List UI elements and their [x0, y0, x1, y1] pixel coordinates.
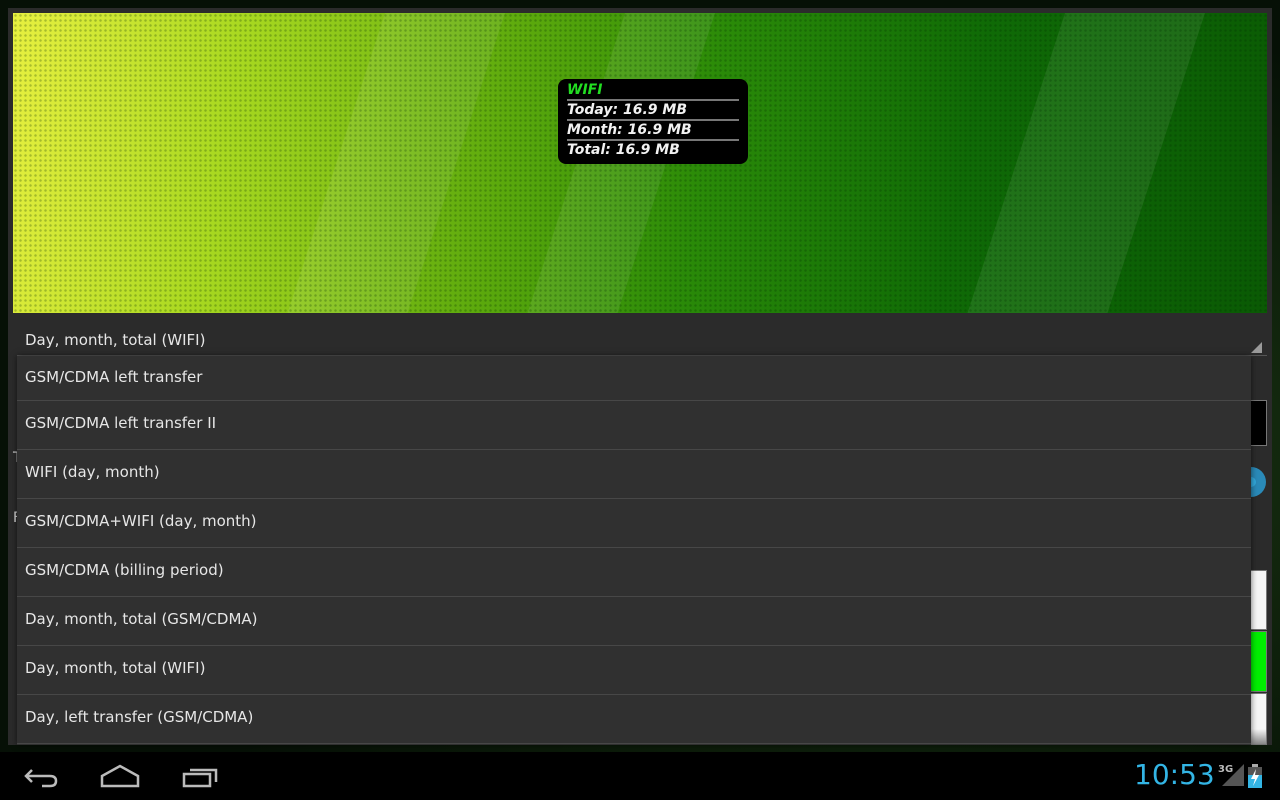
widget-title: WIFI: [567, 81, 739, 101]
dropdown-item[interactable]: GSM/CDMA left transfer: [17, 356, 1251, 401]
home-icon[interactable]: [100, 762, 140, 790]
color-swatch[interactable]: [1251, 400, 1267, 446]
wifi-widget: WIFI Today: 16.9 MB Month: 16.9 MB Total…: [558, 79, 748, 164]
dropdown-arrow-icon: [1251, 342, 1262, 353]
dropdown-item[interactable]: Day, month, total (WIFI): [17, 646, 1251, 695]
battery-charging-icon: [1248, 764, 1262, 788]
recent-apps-icon[interactable]: [182, 762, 220, 790]
signal-icon: [1222, 764, 1244, 786]
color-bar-white[interactable]: [1251, 570, 1267, 630]
back-icon[interactable]: [22, 762, 60, 790]
spinner-value: Day, month, total (WIFI): [25, 331, 206, 349]
color-bar-white[interactable]: [1251, 693, 1267, 745]
dropdown-list: GSM/CDMA left transfer GSM/CDMA left tra…: [17, 356, 1251, 745]
dropdown-item[interactable]: Day, month, total (GSM/CDMA): [17, 597, 1251, 646]
widget-month: Month: 16.9 MB: [567, 121, 739, 141]
clock[interactable]: 10:53: [1134, 758, 1215, 791]
color-bar-green[interactable]: [1251, 631, 1267, 692]
navigation-bar: [0, 752, 1280, 800]
widget-today: Today: 16.9 MB: [567, 101, 739, 121]
widget-type-spinner[interactable]: Day, month, total (WIFI): [17, 322, 1267, 356]
dropdown-item[interactable]: WIFI (day, month): [17, 450, 1251, 499]
dropdown-item[interactable]: GSM/CDMA left transfer II: [17, 401, 1251, 450]
dropdown-item[interactable]: GSM/CDMA (billing period): [17, 548, 1251, 597]
widget-total: Total: 16.9 MB: [567, 142, 680, 158]
dropdown-item[interactable]: Day, left transfer (GSM/CDMA): [17, 695, 1251, 744]
dropdown-item[interactable]: GSM/CDMA+WIFI (day, month): [17, 499, 1251, 548]
